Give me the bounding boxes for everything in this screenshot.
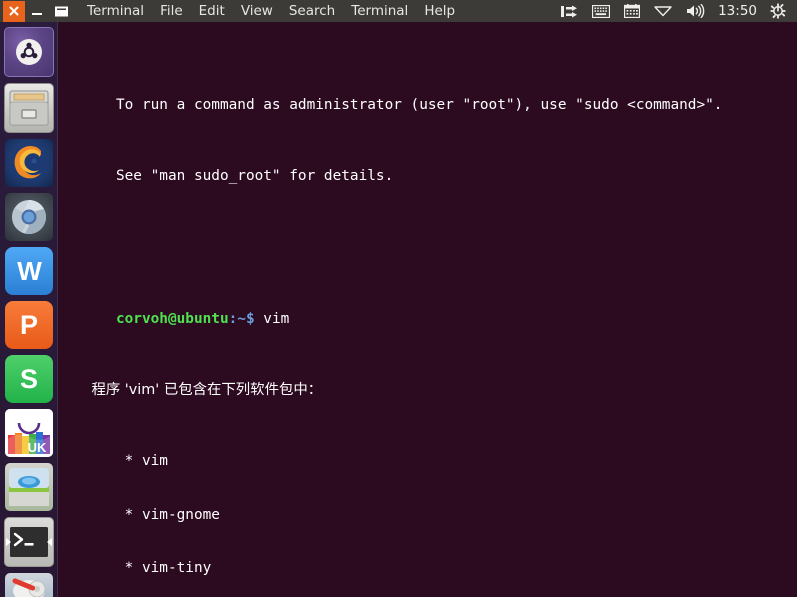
keyboard-icon[interactable] bbox=[585, 0, 617, 22]
launcher-row-firefox bbox=[0, 139, 58, 187]
terminal-output: To run a command as administrator (user … bbox=[58, 22, 797, 597]
terminal-prompt-line: corvoh@ubuntu:~$ vim bbox=[64, 293, 797, 327]
menu-terminal[interactable]: Terminal bbox=[343, 0, 416, 22]
menu-edit[interactable]: Edit bbox=[191, 0, 233, 22]
launcher-item-firefox[interactable] bbox=[5, 139, 53, 187]
launcher-row-terminal bbox=[0, 517, 58, 567]
launcher-item-terminal[interactable] bbox=[4, 517, 54, 567]
terminal-line: * vim-gnome bbox=[64, 489, 797, 523]
clock[interactable]: 13:50 bbox=[712, 0, 763, 22]
terminal-line: 程序 'vim' 已包含在下列软件包中： bbox=[64, 364, 797, 398]
terminal-line: * vim bbox=[64, 435, 797, 469]
menu-help[interactable]: Help bbox=[416, 0, 463, 22]
launcher-item-wps-spreadsheet[interactable]: S bbox=[5, 355, 53, 403]
prompt-command: vim bbox=[254, 310, 290, 327]
launcher-item-system-settings[interactable] bbox=[5, 573, 53, 597]
launcher-focus-indicator bbox=[47, 538, 52, 546]
launcher-item-chromium[interactable] bbox=[5, 193, 53, 241]
terminal-package-item: * vim bbox=[115, 453, 168, 470]
launcher-row-software-center bbox=[0, 463, 58, 511]
menu-search[interactable]: Search bbox=[281, 0, 343, 22]
launcher-item-ubuntu-dash[interactable] bbox=[4, 27, 54, 77]
terminal-package-item: * vim-tiny bbox=[115, 559, 212, 576]
volume-icon[interactable] bbox=[679, 0, 712, 22]
terminal-package-item: * vim-gnome bbox=[115, 506, 220, 523]
terminal-window[interactable]: To run a command as administrator (user … bbox=[58, 22, 797, 597]
launcher-running-indicator bbox=[6, 538, 11, 546]
unity-launcher: W P S UK UK bbox=[0, 22, 58, 597]
menu-bar: Terminal File Edit View Search Terminal … bbox=[79, 0, 463, 22]
menu-file[interactable]: File bbox=[152, 0, 191, 22]
launcher-row-ubuntu-kylin: UK UK bbox=[0, 409, 58, 457]
launcher-label-wps-writer: W bbox=[17, 255, 42, 286]
terminal-line-text: See "man sudo_root" for details. bbox=[115, 168, 394, 185]
system-tray: 13:50 bbox=[554, 0, 793, 22]
launcher-item-wps-writer[interactable]: W bbox=[5, 247, 53, 295]
launcher-item-files[interactable] bbox=[4, 83, 54, 133]
menu-app-name[interactable]: Terminal bbox=[79, 0, 152, 22]
terminal-line-text: 程序 'vim' 已包含在下列软件包中： bbox=[91, 381, 323, 398]
maximize-icon[interactable] bbox=[49, 1, 73, 22]
launcher-label-wps-presentation: P bbox=[19, 309, 38, 340]
minimize-icon[interactable] bbox=[25, 1, 49, 22]
launcher-row-system-settings bbox=[0, 573, 58, 597]
launcher-row-files bbox=[0, 83, 58, 133]
launcher-label-wps-spreadsheet: S bbox=[19, 363, 38, 394]
launcher-row-wps-presentation: P bbox=[0, 301, 58, 349]
window-controls bbox=[0, 0, 73, 22]
launcher-row-ubuntu-dash bbox=[0, 27, 58, 77]
launcher-row-chromium bbox=[0, 193, 58, 241]
calendar-icon[interactable] bbox=[617, 0, 647, 22]
top-panel: Terminal File Edit View Search Terminal … bbox=[0, 0, 797, 22]
menu-view[interactable]: View bbox=[233, 0, 281, 22]
prompt-path: :~$ bbox=[228, 310, 255, 327]
launcher-row-wps-writer: W bbox=[0, 247, 58, 295]
network-sync-icon[interactable] bbox=[554, 0, 585, 22]
terminal-line: * vim-tiny bbox=[64, 542, 797, 576]
launcher-item-wps-presentation[interactable]: P bbox=[5, 301, 53, 349]
close-icon[interactable] bbox=[3, 0, 25, 22]
terminal-line: To run a command as administrator (user … bbox=[64, 79, 797, 113]
svg-text:UK: UK bbox=[28, 440, 47, 455]
launcher-row-wps-spreadsheet: S bbox=[0, 355, 58, 403]
terminal-line-text: To run a command as administrator (user … bbox=[115, 97, 723, 114]
launcher-item-ubuntu-kylin[interactable]: UK UK bbox=[5, 409, 53, 457]
prompt-user-host: corvoh@ubuntu bbox=[115, 310, 229, 327]
wifi-icon[interactable] bbox=[647, 0, 679, 22]
power-gear-icon[interactable] bbox=[763, 0, 793, 22]
launcher-item-software-center[interactable] bbox=[5, 463, 53, 511]
terminal-line: See "man sudo_root" for details. bbox=[64, 151, 797, 184]
